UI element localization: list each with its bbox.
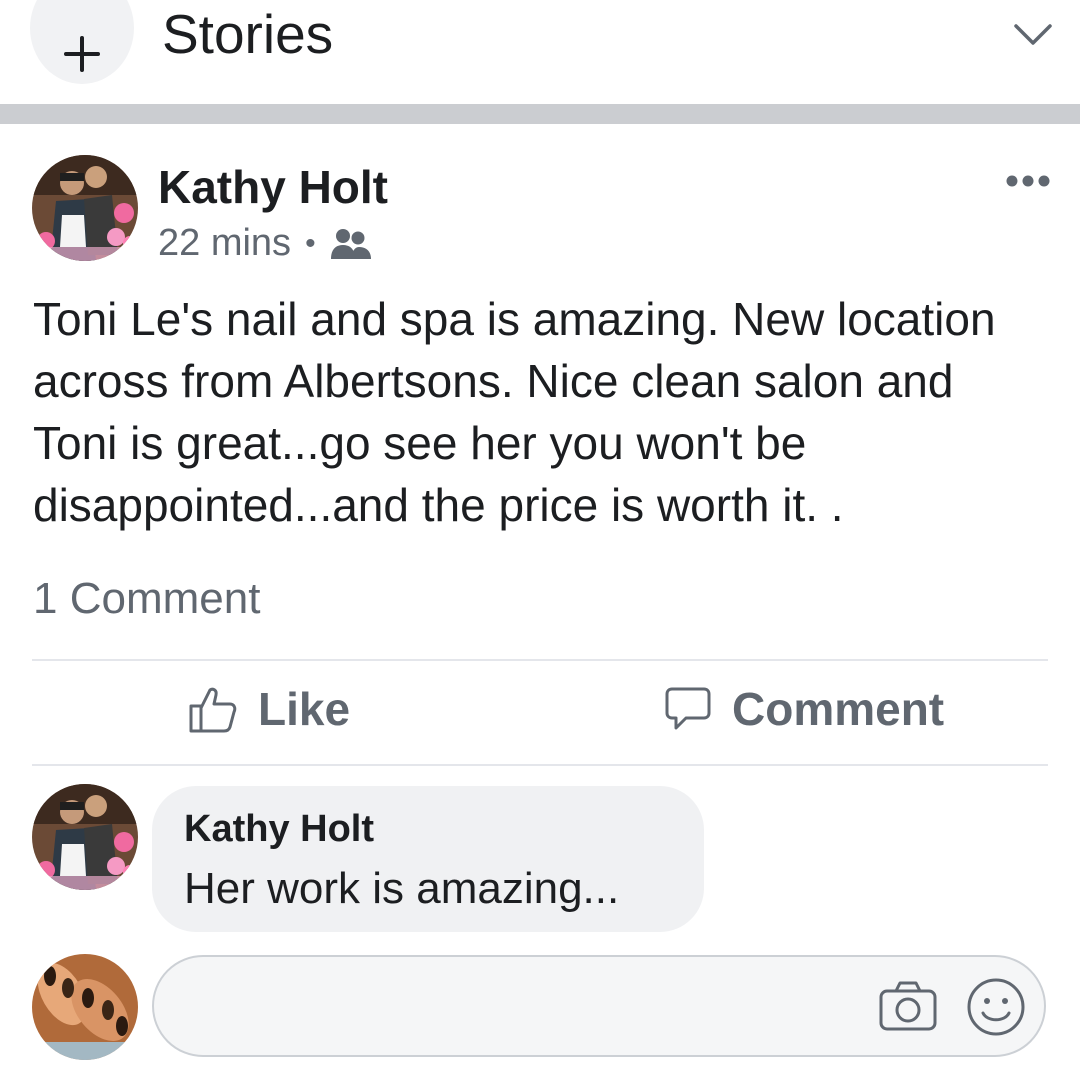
comment-bubble[interactable]: Kathy Holt Her work is amazing... (152, 786, 704, 932)
post-meta: 22 mins • (158, 222, 372, 265)
comment-text: Her work is amazing... (184, 864, 620, 913)
camera-icon[interactable] (878, 979, 938, 1033)
speech-bubble-icon (665, 687, 711, 730)
thumbs-up-icon (189, 687, 237, 733)
current-user-avatar[interactable] (32, 954, 138, 1060)
emoji-icon[interactable] (966, 977, 1026, 1037)
comment-count-link[interactable]: 1 Comment (33, 574, 260, 624)
like-button[interactable]: Like (188, 682, 350, 736)
like-label: Like (258, 683, 351, 735)
divider (32, 659, 1048, 661)
comment-input[interactable] (152, 955, 1046, 1057)
add-story-button[interactable] (30, 0, 134, 84)
post-author-name[interactable]: Kathy Holt (158, 160, 388, 214)
post-timestamp[interactable]: 22 mins (158, 222, 291, 265)
friends-icon (330, 228, 371, 259)
comment-button[interactable]: Comment (664, 682, 944, 736)
meta-separator-dot: • (305, 226, 316, 260)
author-avatar[interactable] (32, 155, 138, 261)
comment-label: Comment (732, 683, 945, 735)
plus-icon (64, 36, 100, 72)
divider (32, 764, 1048, 766)
more-dots-icon[interactable] (1005, 174, 1051, 188)
post-body-text: Toni Le's nail and spa is amazing. New l… (33, 293, 996, 531)
stories-header: Stories (0, 0, 1080, 104)
section-separator (0, 104, 1080, 124)
comment-author-name[interactable]: Kathy Holt (184, 808, 374, 851)
commenter-avatar[interactable] (32, 784, 138, 890)
stories-title[interactable]: Stories (162, 2, 333, 66)
chevron-down-icon[interactable] (1012, 18, 1054, 48)
